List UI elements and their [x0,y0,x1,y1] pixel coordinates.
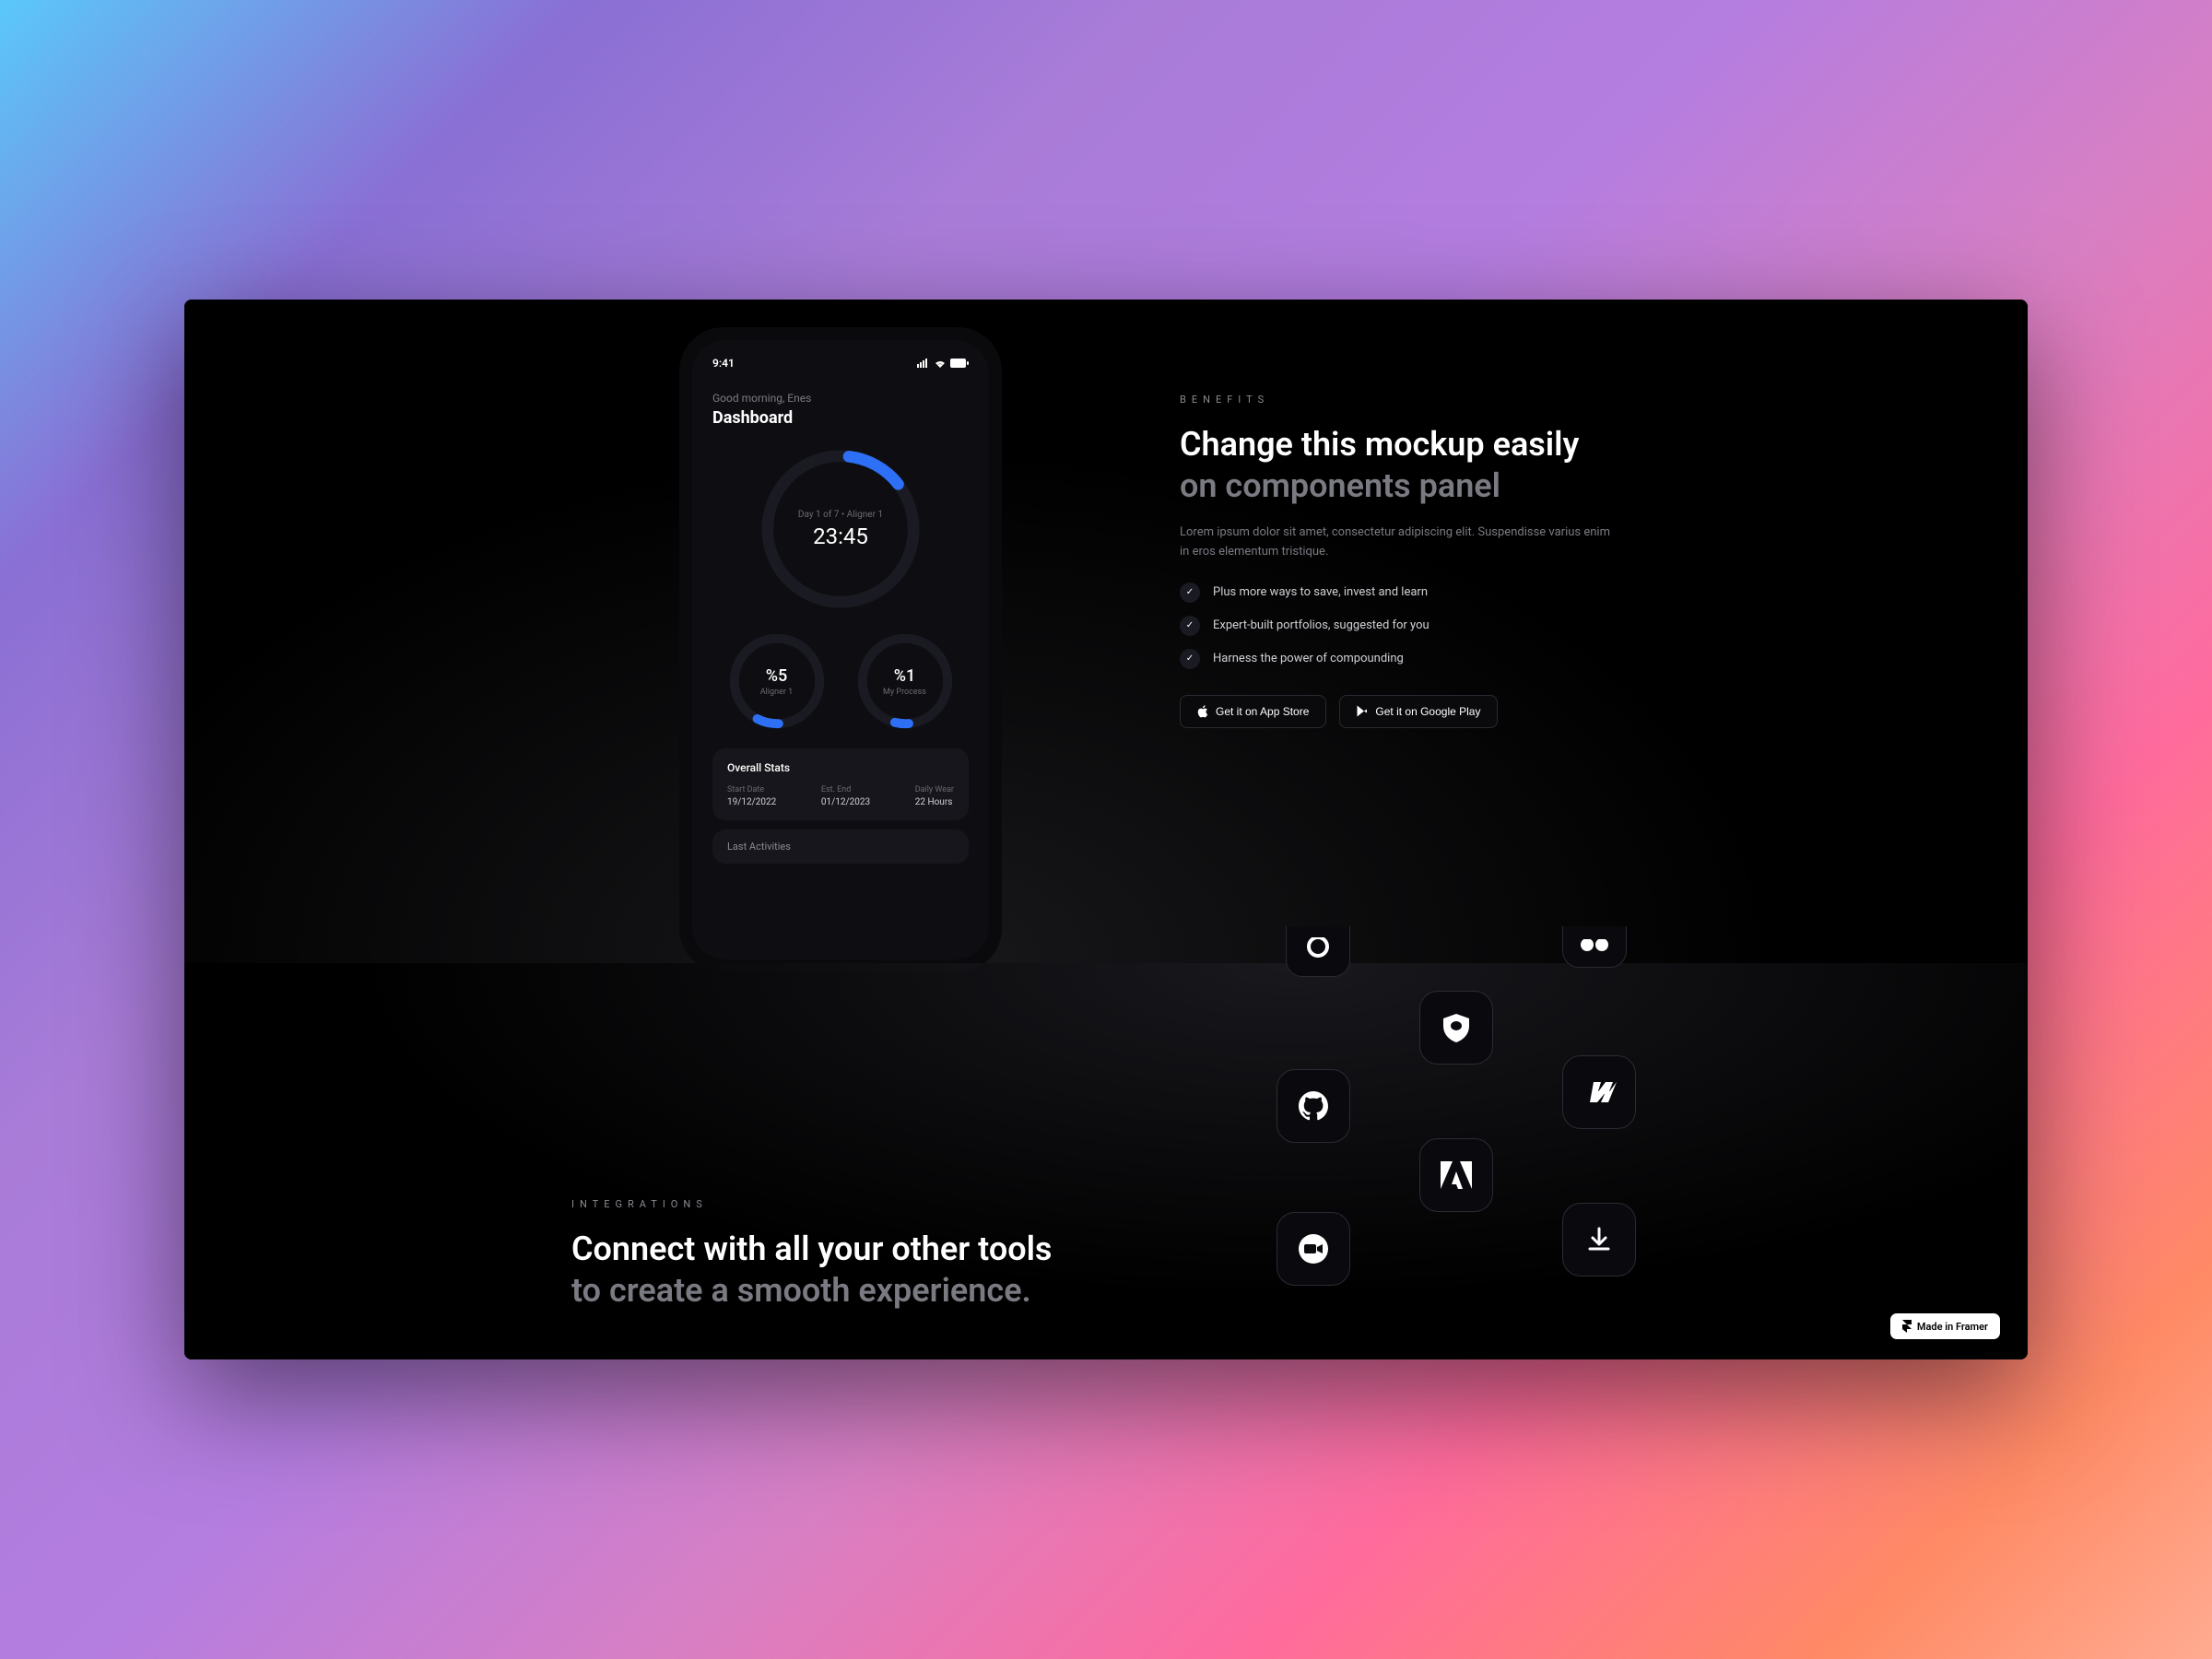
benefits-headline: Change this mockup easily on components … [1180,424,1696,507]
check-icon: ✓ [1180,649,1200,669]
phone-status-icons [917,359,969,368]
battery-icon [950,359,969,368]
main-progress-dial: Day 1 of 7 • Aligner 1 23:45 [758,446,924,612]
integrations-headline: Connect with all your other tools to cre… [571,1229,1161,1312]
phone-status-bar: 9:41 [712,357,969,370]
phone-mockup: 9:41 Good morning, Enes Dashboard [679,327,1002,972]
dots-icon [1579,939,1610,954]
shield-icon [1440,1011,1473,1044]
store-buttons: Get it on App Store Get it on Google Pla… [1180,695,1696,728]
integration-icons-grid [1249,926,1894,1359]
process-dial: %1 My Process [854,630,956,732]
monitor-frame: 9:41 Good morning, Enes Dashboard [184,300,2028,1359]
aligner-value: %5 [766,666,787,686]
check-icon: ✓ [1180,582,1200,603]
stat-label: Daily Wear [915,785,954,794]
integration-tile-shield[interactable] [1419,991,1493,1065]
headline-line1: Connect with all your other tools [571,1230,1052,1268]
stat-item: Start Date 19/12/2022 [727,785,776,807]
stat-label: Est. End [821,785,870,794]
aligner-dial: %5 Aligner 1 [726,630,828,732]
google-play-label: Get it on Google Play [1375,705,1480,718]
small-dials-row: %5 Aligner 1 %1 My Process [712,630,969,732]
integration-icon-partial[interactable] [1562,926,1627,968]
check-icon: ✓ [1180,616,1200,636]
integration-icon-partial[interactable] [1286,926,1350,977]
headline-line1: Change this mockup easily [1180,425,1579,464]
feature-text: Expert-built portfolios, suggested for y… [1213,618,1430,632]
download-icon [1585,1226,1613,1253]
integration-tile-github[interactable] [1277,1069,1350,1143]
stat-label: Start Date [727,785,776,794]
dial-subtitle: Day 1 of 7 • Aligner 1 [798,510,883,520]
dial-time: 23:45 [813,524,868,549]
dashboard-title: Dashboard [712,408,969,428]
screen: 9:41 Good morning, Enes Dashboard [184,300,2028,1359]
wifi-icon [934,359,947,368]
stat-value: 01/12/2023 [821,797,870,807]
headline-line2: on components panel [1180,466,1500,505]
process-label: My Process [883,688,926,697]
webflow-icon [1581,1081,1618,1103]
stat-item: Daily Wear 22 Hours [915,785,954,807]
feature-list: ✓ Plus more ways to save, invest and lea… [1180,582,1696,669]
overall-stats-card: Overall Stats Start Date 19/12/2022 Est.… [712,748,969,820]
feature-item: ✓ Plus more ways to save, invest and lea… [1180,582,1696,603]
signal-icon [917,359,930,368]
feature-text: Harness the power of compounding [1213,652,1404,665]
benefits-body: Lorem ipsum dolor sit amet, consectetur … [1180,524,1622,562]
integrations-content: INTEGRATIONS Connect with all your other… [571,1198,1161,1328]
app-store-button[interactable]: Get it on App Store [1180,695,1326,728]
benefits-eyebrow: BENEFITS [1180,394,1696,406]
phone-time: 9:41 [712,357,735,370]
stat-item: Est. End 01/12/2023 [821,785,870,807]
feature-item: ✓ Harness the power of compounding [1180,649,1696,669]
benefits-section: 9:41 Good morning, Enes Dashboard [184,300,2028,963]
integrations-section: INTEGRATIONS Connect with all your other… [184,963,2028,1359]
feature-text: Plus more ways to save, invest and learn [1213,585,1428,599]
benefits-content: BENEFITS Change this mockup easily on co… [1180,394,1696,728]
circle-icon [1304,937,1332,965]
integration-tile-zoom[interactable] [1277,1212,1350,1286]
headline-line2: to create a smooth experience. [571,1271,1031,1310]
google-play-icon [1357,705,1368,717]
greeting-text: Good morning, Enes [712,392,969,405]
last-activities-card: Last Activities [712,830,969,864]
aligner-label: Aligner 1 [760,688,793,697]
feature-item: ✓ Expert-built portfolios, suggested for… [1180,616,1696,636]
stat-value: 22 Hours [915,797,954,807]
framer-icon [1902,1320,1912,1333]
apple-icon [1197,705,1208,718]
zoom-icon [1297,1232,1330,1265]
adobe-icon [1441,1161,1472,1189]
github-icon [1297,1089,1330,1123]
stats-title: Overall Stats [727,761,954,774]
framer-badge-text: Made in Framer [1917,1321,1988,1333]
integration-tile-adobe[interactable] [1419,1138,1493,1212]
stat-value: 19/12/2022 [727,797,776,807]
app-store-label: Get it on App Store [1216,705,1309,718]
process-value: %1 [894,666,915,686]
phone-screen: 9:41 Good morning, Enes Dashboard [692,340,989,959]
integration-tile-webflow[interactable] [1562,1055,1636,1129]
framer-badge[interactable]: Made in Framer [1890,1313,2000,1339]
integrations-eyebrow: INTEGRATIONS [571,1198,1161,1210]
integration-tile-download[interactable] [1562,1203,1636,1277]
google-play-button[interactable]: Get it on Google Play [1339,695,1498,728]
